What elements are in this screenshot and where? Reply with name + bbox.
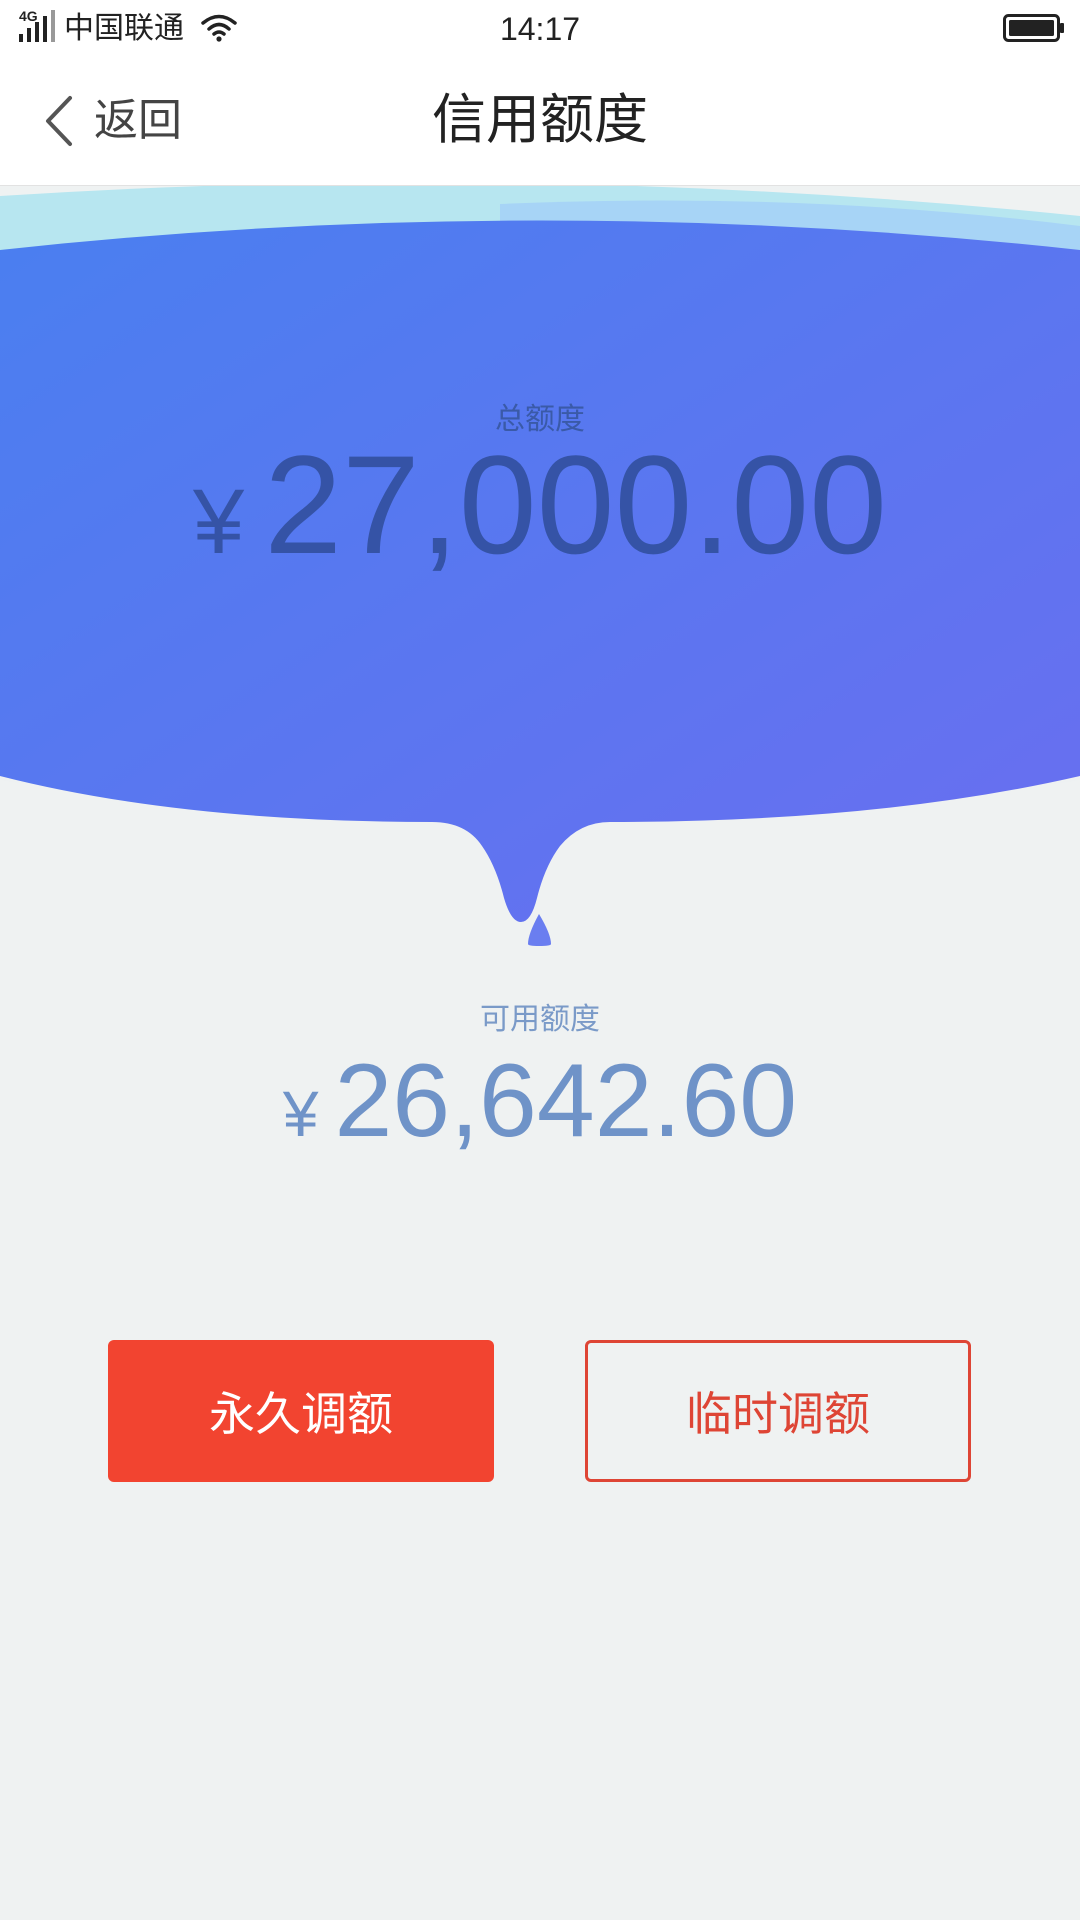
chevron-left-icon [46,96,72,146]
droplet-icon [528,914,551,946]
battery-icon [1003,14,1064,42]
status-time: 14:17 [499,11,581,47]
available-limit-amount: ¥26,642.60 [0,1046,1080,1187]
available-limit-value: 26,642.60 [334,1043,798,1159]
nav-bar: 返回 信用额度 [0,58,1080,186]
total-limit-value: 27,000.00 [264,426,887,583]
status-bar: 4G 中国联通 14:17 [0,0,1080,58]
temporary-adjust-button[interactable]: 临时调额 [585,1340,971,1482]
available-currency-symbol: ¥ [282,1078,319,1150]
total-currency-symbol: ¥ [193,471,245,573]
back-button[interactable]: 返回 [40,88,182,154]
back-label: 返回 [94,95,182,146]
available-limit-label: 可用额度 [480,1002,600,1037]
permanent-adjust-button[interactable]: 永久调额 [108,1340,494,1482]
total-limit-amount: ¥27,000.00 [0,430,1080,624]
